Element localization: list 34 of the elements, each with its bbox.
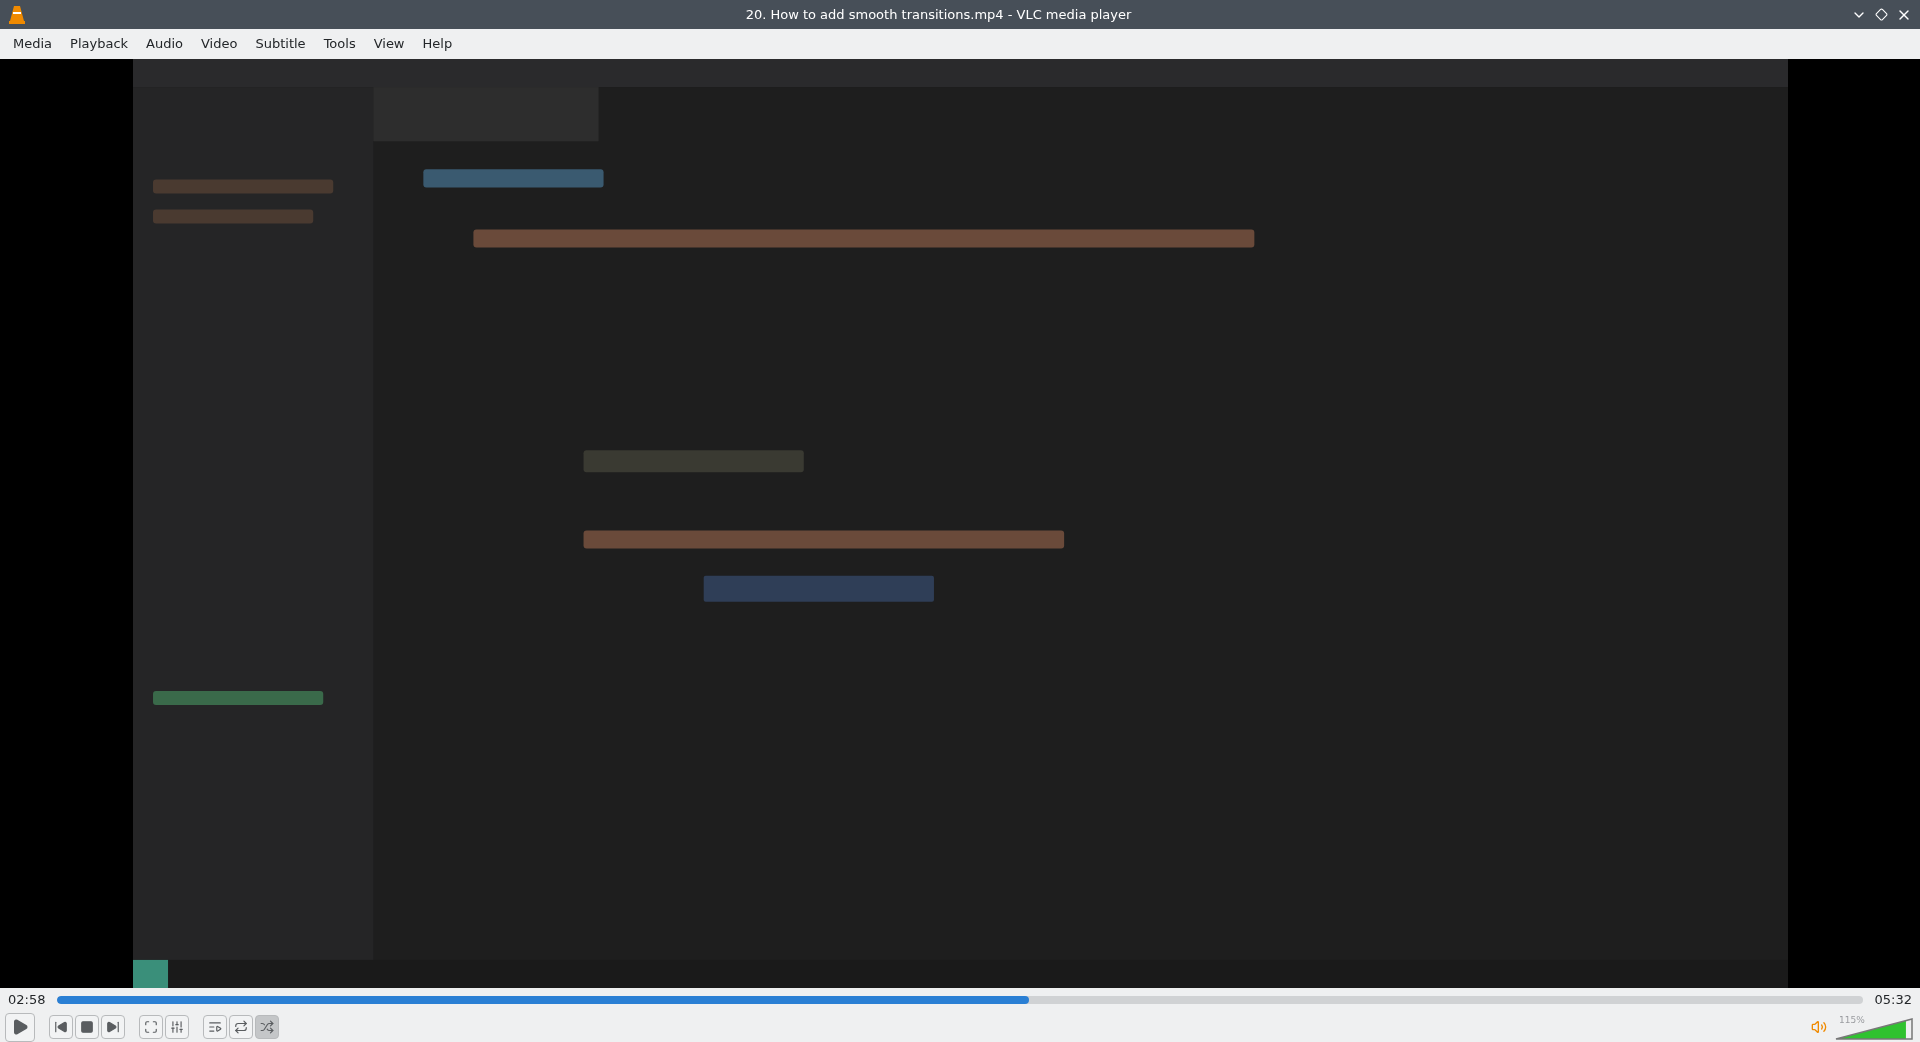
maximize-button[interactable] bbox=[1875, 8, 1888, 21]
menu-item[interactable]: Video bbox=[192, 34, 247, 54]
seek-bar[interactable] bbox=[57, 996, 1863, 1004]
play-button[interactable] bbox=[5, 1012, 35, 1042]
loop-icon bbox=[234, 1020, 248, 1034]
sliders-icon bbox=[170, 1020, 184, 1034]
menu-item[interactable]: Playback bbox=[61, 34, 138, 54]
next-icon bbox=[106, 1020, 120, 1034]
loop-button[interactable] bbox=[229, 1015, 253, 1039]
playlist-button[interactable] bbox=[203, 1015, 227, 1039]
menu-item[interactable]: Subtitle bbox=[246, 34, 315, 54]
traffic-cone-icon bbox=[8, 4, 26, 25]
next-button[interactable] bbox=[101, 1015, 125, 1039]
menu-item[interactable]: Media bbox=[4, 34, 62, 54]
shuffle-button[interactable] bbox=[255, 1015, 279, 1039]
play-icon bbox=[11, 1018, 29, 1036]
menu-item[interactable]: Help bbox=[413, 34, 462, 54]
fullscreen-button[interactable] bbox=[139, 1015, 163, 1039]
menu-item[interactable]: Tools bbox=[314, 34, 365, 54]
playlist-icon bbox=[208, 1020, 222, 1034]
diamond-icon bbox=[1875, 8, 1888, 21]
sliders-button[interactable] bbox=[165, 1015, 189, 1039]
total-time: 05:32 bbox=[1874, 991, 1912, 1010]
menu-item[interactable]: View bbox=[364, 34, 414, 54]
menu-item[interactable]: Audio bbox=[137, 34, 192, 54]
window-title: 20. How to add smooth transitions.mp4 - VLC media player bbox=[744, 5, 1133, 24]
volume-reading: 115% bbox=[1839, 1014, 1865, 1027]
fullscreen-icon bbox=[144, 1020, 158, 1034]
previous-icon bbox=[54, 1020, 68, 1034]
shuffle-icon bbox=[260, 1020, 274, 1034]
stop-button[interactable] bbox=[75, 1015, 99, 1039]
stop-icon bbox=[80, 1020, 94, 1034]
elapsed-time: 02:58 bbox=[8, 991, 46, 1010]
previous-button[interactable] bbox=[49, 1015, 73, 1039]
